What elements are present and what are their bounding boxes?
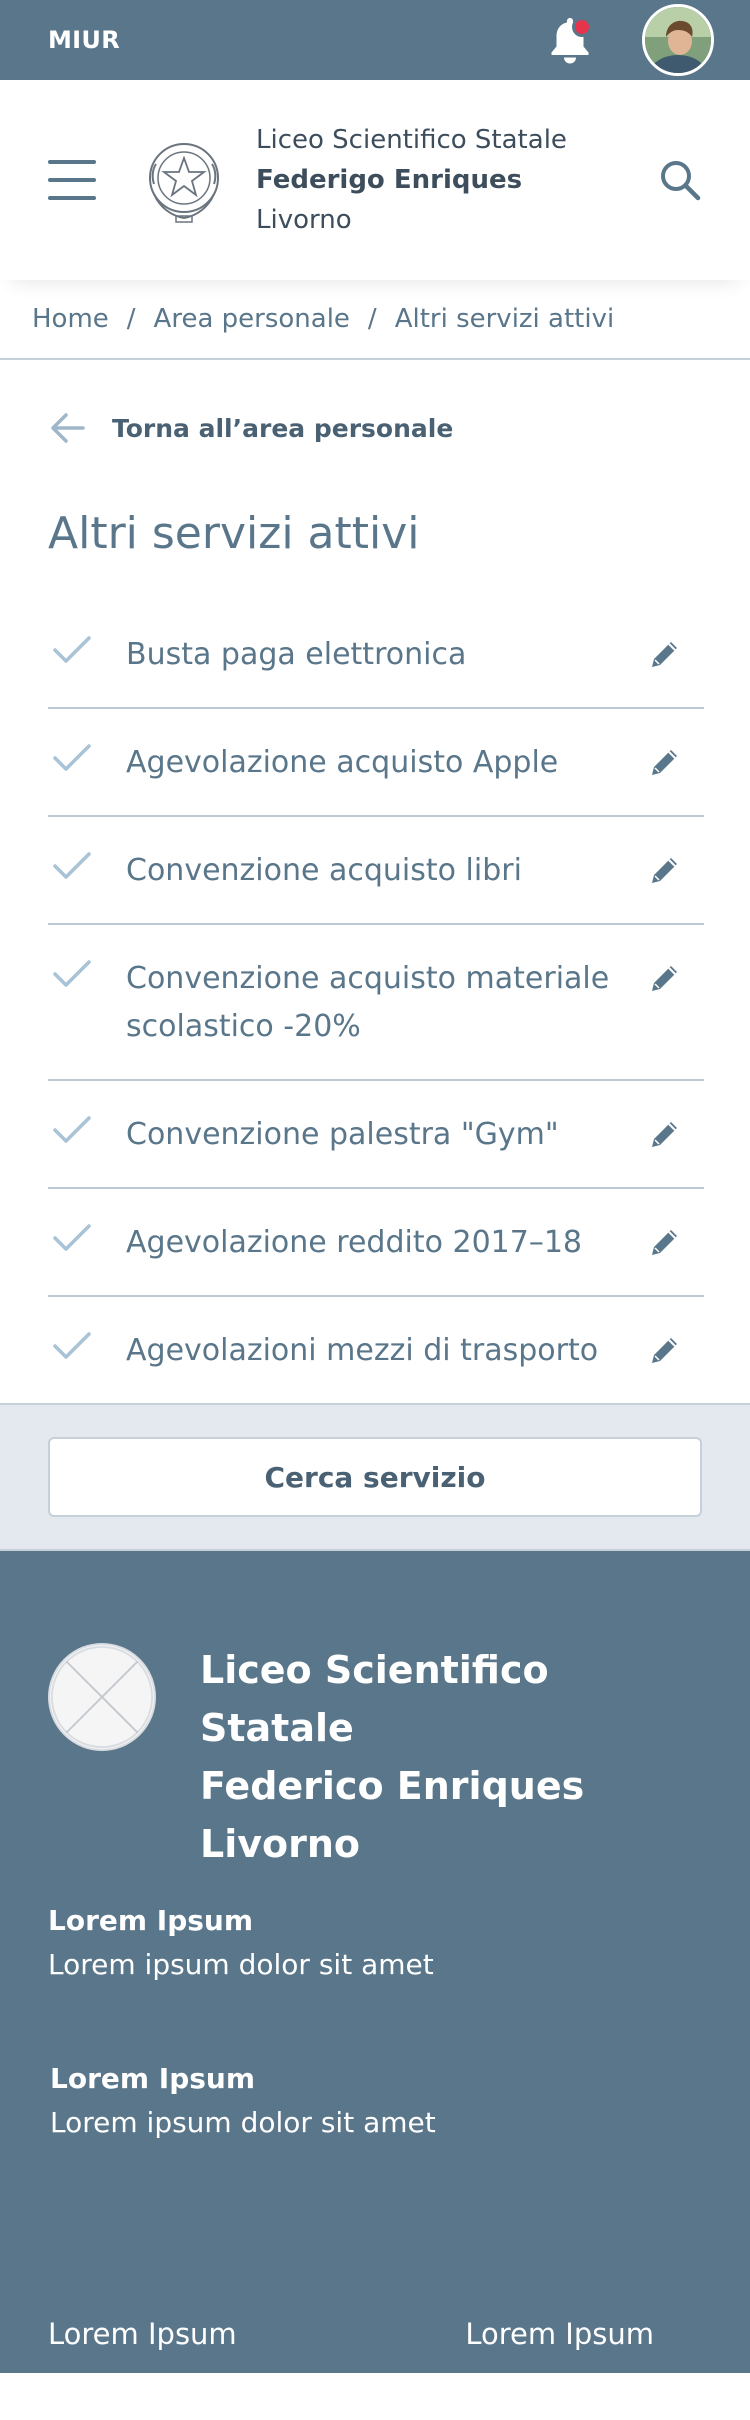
pencil-icon[interactable] — [646, 961, 682, 997]
check-icon — [53, 852, 91, 879]
site-footer: Liceo Scientifico Statale Federico Enriq… — [0, 1551, 750, 2373]
service-label: Agevolazione reddito 2017–18 — [126, 1225, 583, 1260]
service-label: Convenzione palestra "Gym" — [126, 1117, 559, 1152]
service-label: Agevolazione acquisto Apple — [126, 745, 559, 780]
check-icon — [53, 1224, 91, 1251]
school-city: Livorno — [256, 205, 352, 235]
pencil-icon[interactable] — [646, 1117, 682, 1153]
republic-emblem-icon[interactable] — [142, 132, 226, 228]
service-label: Busta paga elettronica — [126, 637, 467, 672]
service-item[interactable]: Busta paga elettronica — [48, 601, 704, 709]
search-service-button[interactable]: Cerca servizio — [48, 1437, 702, 1517]
topbar-actions — [546, 4, 714, 76]
service-item[interactable]: Agevolazione reddito 2017–18 — [48, 1189, 704, 1297]
notifications-button[interactable] — [546, 13, 594, 67]
menu-icon-line — [48, 160, 96, 164]
menu-button[interactable] — [48, 160, 96, 200]
breadcrumb-separator: / — [126, 304, 136, 334]
services-list: Busta paga elettronica Agevolazione acqu… — [48, 601, 704, 1403]
footer-block-text: Lorem ipsum dolor sit amet — [48, 1948, 434, 1981]
check-icon — [53, 1116, 91, 1143]
service-item[interactable]: Convenzione acquisto libri — [48, 817, 704, 925]
site-header: Liceo Scientifico Statale Federigo Enriq… — [0, 80, 750, 280]
footer-school-city: Livorno — [200, 1822, 361, 1866]
search-service-bar: Cerca servizio — [0, 1403, 750, 1551]
footer-school-title: Federico Enriques — [200, 1764, 585, 1808]
back-link[interactable]: Torna all’area personale — [0, 406, 750, 450]
breadcrumb-home[interactable]: Home — [32, 304, 109, 334]
logo-placeholder-icon — [48, 1643, 156, 1751]
footer-block-2: Lorem Ipsum Lorem ipsum dolor sit amet — [50, 2057, 702, 2145]
user-avatar[interactable] — [642, 4, 714, 76]
search-icon[interactable] — [658, 158, 702, 202]
footer-link-right[interactable]: Lorem Ipsum — [465, 2317, 654, 2351]
pencil-icon[interactable] — [646, 1225, 682, 1261]
arrow-left-icon — [51, 413, 85, 443]
footer-link-left[interactable]: Lorem Ipsum — [48, 2317, 237, 2351]
breadcrumb: Home / Area personale / Altri servizi at… — [0, 280, 750, 360]
menu-icon-line — [48, 178, 96, 182]
avatar-image — [645, 7, 711, 73]
check-icon — [53, 744, 91, 771]
footer-school-name: Liceo Scientifico Statale Federico Enriq… — [200, 1641, 702, 1873]
top-bar: MIUR — [0, 0, 750, 80]
breadcrumb-current: Altri servizi attivi — [394, 304, 615, 334]
pencil-icon[interactable] — [646, 637, 682, 673]
footer-links: Lorem Ipsum Lorem Ipsum — [48, 2317, 654, 2351]
service-item[interactable]: Convenzione palestra "Gym" — [48, 1081, 704, 1189]
service-label: Agevolazioni mezzi di trasporto — [126, 1333, 599, 1368]
service-label: Convenzione acquisto libri — [126, 853, 522, 888]
school-title: Federigo Enriques — [256, 165, 523, 195]
school-type: Liceo Scientifico Statale — [256, 125, 567, 155]
footer-block-text: Lorem ipsum dolor sit amet — [50, 2106, 436, 2139]
school-name[interactable]: Liceo Scientifico Statale Federigo Enriq… — [256, 120, 567, 240]
pencil-icon[interactable] — [646, 745, 682, 781]
page-title: Altri servizi attivi — [48, 508, 420, 559]
footer-block-title: Lorem Ipsum — [50, 2062, 256, 2095]
service-item[interactable]: Agevolazioni mezzi di trasporto — [48, 1297, 704, 1403]
service-item[interactable]: Convenzione acquisto materiale scolastic… — [48, 925, 704, 1081]
check-icon — [53, 960, 91, 987]
back-link-label: Torna all’area personale — [112, 413, 454, 443]
breadcrumb-area-personale[interactable]: Area personale — [154, 304, 350, 334]
check-icon — [53, 1332, 91, 1359]
notification-dot — [572, 17, 592, 37]
footer-block-1: Lorem Ipsum Lorem ipsum dolor sit amet — [48, 1899, 702, 1987]
breadcrumb-separator: / — [367, 304, 377, 334]
service-label: Convenzione acquisto materiale scolastic… — [126, 961, 610, 1044]
service-item[interactable]: Agevolazione acquisto Apple — [48, 709, 704, 817]
footer-brand: Liceo Scientifico Statale Federico Enriq… — [48, 1551, 702, 1873]
org-label[interactable]: MIUR — [48, 26, 120, 54]
pencil-icon[interactable] — [646, 853, 682, 889]
footer-block-title: Lorem Ipsum — [48, 1904, 254, 1937]
menu-icon-line — [48, 196, 96, 200]
check-icon — [53, 636, 91, 663]
pencil-icon[interactable] — [646, 1333, 682, 1369]
footer-school-type: Liceo Scientifico Statale — [200, 1648, 549, 1750]
